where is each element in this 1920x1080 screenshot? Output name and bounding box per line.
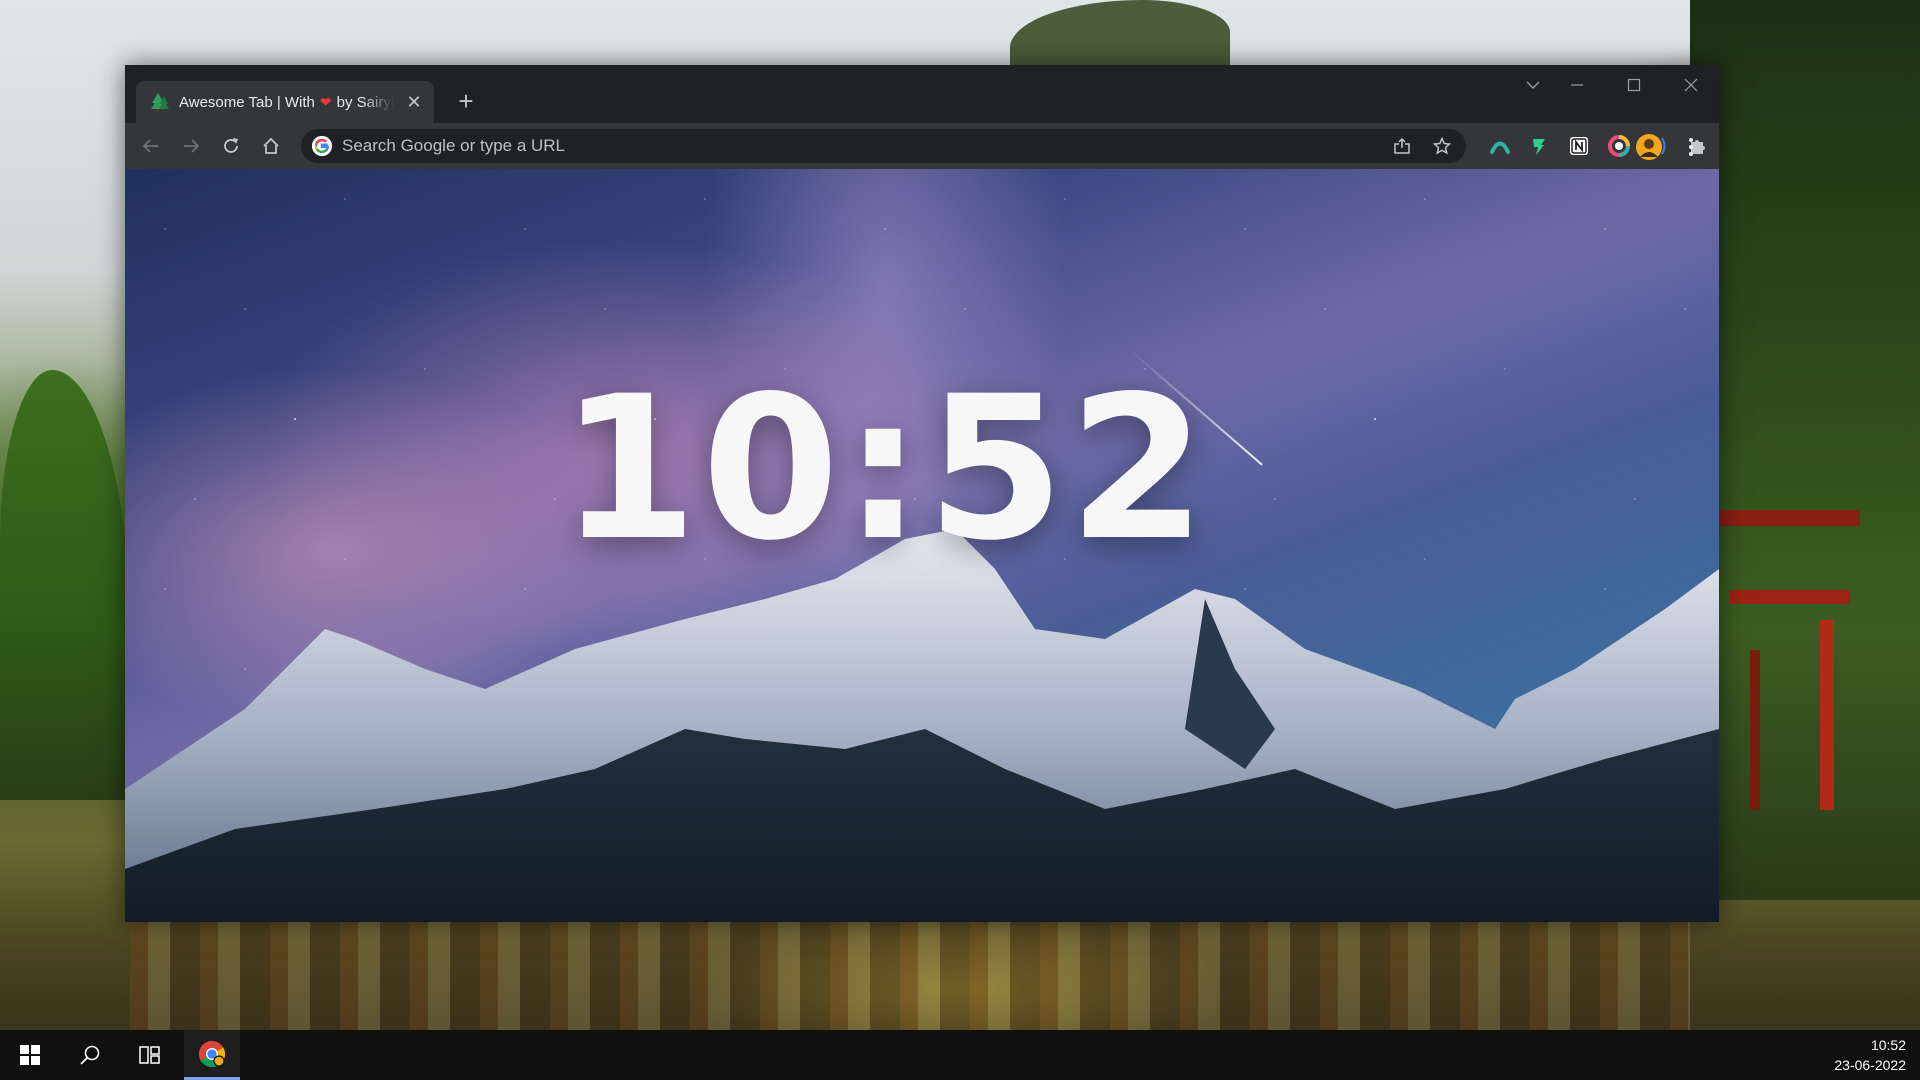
wallpaper-pagoda [1720,470,1860,810]
close-tab-icon[interactable]: ✕ [404,92,424,112]
bookmark-star-button[interactable] [1426,130,1458,162]
maximize-button[interactable] [1606,65,1662,105]
new-tab-page: 10:52 [125,169,1719,922]
arc-icon[interactable] [1485,131,1515,161]
notion-icon[interactable] [1564,131,1594,161]
taskbar: 10:52 23-06-2022 [0,1030,1920,1080]
share-icon [1394,137,1410,154]
minimize-icon [1571,84,1583,86]
more-menu-icon[interactable] [1675,131,1707,163]
share-button[interactable] [1386,130,1418,162]
tab-awesome-tab[interactable]: Awesome Tab | With ❤ by Sairyl ✕ [136,81,434,123]
maximize-icon [1627,78,1641,92]
windows-icon [20,1045,40,1065]
tab-title-suffix: by Sairyl [336,93,394,111]
reload-button[interactable] [215,130,247,162]
browser-window: Awesome Tab | With ❤ by Sairyl ✕ + Searc… [125,65,1719,922]
toolbar: Search Google or type a URL [125,123,1719,169]
chevron-down-icon [1526,81,1540,89]
close-icon [1684,78,1698,92]
chrome-icon [198,1040,226,1067]
search-icon [80,1045,100,1065]
extension-green-icon[interactable] [1524,131,1554,161]
back-button[interactable] [135,130,167,162]
task-view-button[interactable] [120,1030,180,1080]
home-icon [263,137,279,154]
system-clock[interactable]: 10:52 23-06-2022 [1796,1035,1906,1075]
close-window-button[interactable] [1663,65,1719,105]
heart-icon: ❤ [319,93,332,110]
new-tab-button[interactable]: + [451,86,481,116]
minimize-button[interactable] [1549,65,1605,105]
star-icon [1433,137,1451,155]
system-date: 23-06-2022 [1834,1057,1906,1073]
task-view-icon [139,1046,160,1064]
wallpaper-water-reflection [130,920,1690,1030]
address-bar[interactable]: Search Google or type a URL [301,129,1466,163]
system-time: 10:52 [1870,1037,1906,1053]
address-placeholder: Search Google or type a URL [342,136,566,155]
profile-avatar[interactable] [1633,131,1665,163]
forward-button[interactable] [175,130,207,162]
start-button[interactable] [0,1030,60,1080]
colorzilla-icon[interactable] [1604,131,1634,161]
title-bar[interactable]: Awesome Tab | With ❤ by Sairyl ✕ + [125,65,1719,123]
search-button[interactable] [60,1030,120,1080]
home-button[interactable] [255,130,287,162]
arrow-left-icon [142,139,158,153]
chrome-app[interactable] [184,1030,240,1080]
clock-display: 10:52 [559,353,1211,584]
wallpaper-trees-left [0,370,130,800]
google-icon [311,135,333,157]
tab-title-prefix: Awesome Tab | With [179,93,315,111]
tab-title: Awesome Tab | With ❤ by Sairyl [179,94,394,111]
reload-icon [224,138,238,153]
arrow-right-icon [184,139,200,153]
tree-icon [149,91,171,113]
